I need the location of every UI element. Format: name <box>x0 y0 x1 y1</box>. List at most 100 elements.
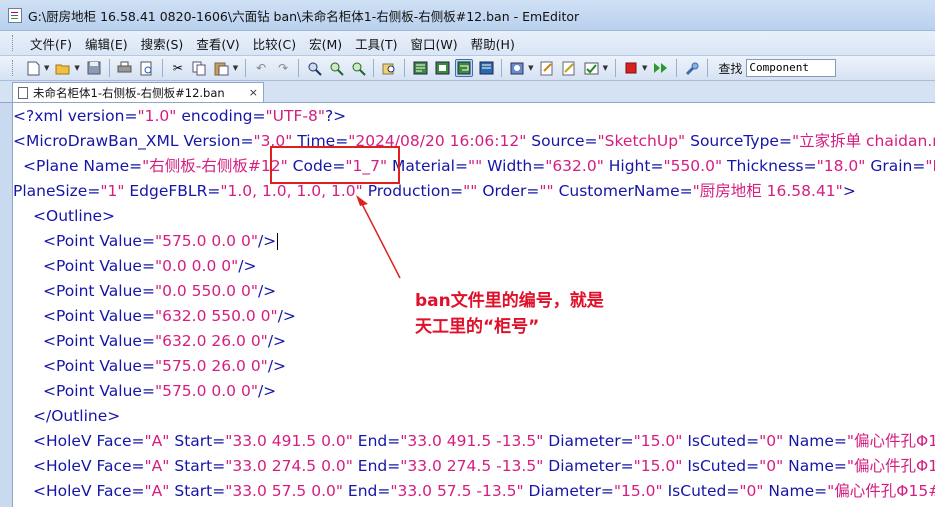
menu-view[interactable]: 查看(V) <box>190 32 246 55</box>
window-title: G:\厨房地柜 16.58.41 0820-1606\六面钻 ban\未命名柜体… <box>28 8 580 24</box>
xml-attribute-value: "33.0 57.5 -13.5" <box>390 482 524 500</box>
open-folder-icon[interactable] <box>54 59 72 77</box>
paste-icon[interactable] <box>213 59 231 77</box>
xml-markup-token: /> <box>267 357 287 375</box>
paste-dropdown-icon[interactable]: ▼ <box>233 64 238 72</box>
code-line[interactable]: <HoleV Face="A" Start="33.0 57.5 0.0" En… <box>33 479 935 504</box>
word-wrap-icon[interactable] <box>411 59 429 77</box>
code-line[interactable]: <Point Value="632.0 26.0 0"/> <box>43 329 286 354</box>
xml-attribute-value: "575.0 26.0 0" <box>154 357 268 375</box>
find-input[interactable]: Component <box>746 59 837 77</box>
xml-markup-token: Start= <box>169 482 226 500</box>
redo-icon[interactable]: ↷ <box>274 59 292 77</box>
xml-attribute-value: "575.0 0.0 0" <box>154 232 258 250</box>
xml-markup-token: PlaneSize= <box>13 182 101 200</box>
code-line[interactable]: <Point Value="575.0 0.0 0"/> <box>43 379 276 404</box>
find-next-icon[interactable] <box>327 59 345 77</box>
xml-attribute-value: "15.0" <box>633 457 683 475</box>
document-tab[interactable]: 未命名柜体1-右侧板-右侧板#12.ban × <box>12 82 264 102</box>
document-tab-label: 未命名柜体1-右侧板-右侧板#12.ban <box>33 85 225 100</box>
xml-markup-token: End= <box>352 432 401 450</box>
xml-attribute-value: "A" <box>144 482 170 500</box>
code-line[interactable]: <Point Value="575.0 26.0 0"/> <box>43 354 286 379</box>
xml-markup-token: Diameter= <box>543 432 634 450</box>
xml-attribute-value: "1_7" <box>345 157 388 175</box>
xml-attribute-value: "A" <box>144 432 170 450</box>
menu-macro[interactable]: 宏(M) <box>303 32 349 55</box>
plugin-tool-icon[interactable] <box>683 59 701 77</box>
undo-icon[interactable]: ↶ <box>252 59 270 77</box>
stop-macro-icon[interactable] <box>622 59 640 77</box>
toolbar-grip[interactable] <box>12 60 16 76</box>
menu-grip[interactable] <box>12 35 16 51</box>
xml-attribute-value: "立家拆单 chaidan.net <box>791 132 935 150</box>
xml-markup-token: End= <box>352 457 401 475</box>
emeditor-app-icon[interactable] <box>8 7 22 23</box>
xml-attribute-value: "18.0" <box>816 157 866 175</box>
xml-attribute-value: "偏心件孔Φ15#2 <box>846 457 935 475</box>
find-icon[interactable] <box>305 59 323 77</box>
toolbar-separator <box>501 59 503 77</box>
xml-attribute-value: "A" <box>144 457 170 475</box>
code-line[interactable]: <Plane Name="右侧板-右侧板#12" Code="1_7" Mate… <box>23 154 935 179</box>
code-line[interactable]: <Point Value="0.0 0.0 0"/> <box>43 254 256 279</box>
code-line[interactable]: <HoleV Face="A" Start="33.0 274.5 0.0" E… <box>33 454 935 479</box>
checklist-dropdown-icon[interactable]: ▼ <box>603 64 608 72</box>
xml-markup-token: <Point Value= <box>43 307 155 325</box>
wrap-page-icon[interactable] <box>477 59 495 77</box>
xml-markup-token: <Point Value= <box>43 232 155 250</box>
xml-markup-token: Material= <box>387 157 468 175</box>
customize-icon[interactable] <box>539 59 557 77</box>
menu-help[interactable]: 帮助(H) <box>465 32 522 55</box>
checklist-icon[interactable] <box>583 59 601 77</box>
code-line[interactable]: <Outline> <box>33 204 115 229</box>
xml-markup-token: Diameter= <box>523 482 614 500</box>
document-icon <box>18 86 28 99</box>
new-file-icon[interactable] <box>24 59 42 77</box>
print-preview-icon[interactable] <box>138 59 156 77</box>
menu-file[interactable]: 文件(F) <box>24 32 79 55</box>
code-line[interactable]: <Point Value="575.0 0.0 0"/> <box>43 229 279 254</box>
configuration-dropdown-icon[interactable]: ▼ <box>528 64 533 72</box>
find-previous-icon[interactable] <box>349 59 367 77</box>
xml-attribute-value: "2024/08/20 16:06:12" <box>348 132 527 150</box>
configuration-icon[interactable] <box>508 59 526 77</box>
menu-search[interactable]: 搜索(S) <box>135 32 191 55</box>
toolbar-separator <box>707 59 709 77</box>
properties-icon[interactable] <box>561 59 579 77</box>
display-mode-icon[interactable] <box>433 59 451 77</box>
new-dropdown-icon[interactable]: ▼ <box>44 64 49 72</box>
xml-markup-token: Name= <box>783 432 847 450</box>
xml-markup-token: <Point Value= <box>43 357 155 375</box>
menu-window[interactable]: 窗口(W) <box>405 32 465 55</box>
xml-markup-token: End= <box>343 482 391 500</box>
menu-compare[interactable]: 比较(C) <box>247 32 303 55</box>
save-icon[interactable] <box>85 59 103 77</box>
code-line[interactable]: PlaneSize="1" EdgeFBLR="1.0, 1.0, 1.0, 1… <box>13 179 856 204</box>
find-in-files-icon[interactable] <box>380 59 398 77</box>
xml-markup-token: Width= <box>482 157 546 175</box>
menu-tools[interactable]: 工具(T) <box>349 32 404 55</box>
menu-edit[interactable]: 编辑(E) <box>79 32 135 55</box>
print-icon[interactable] <box>116 59 134 77</box>
cut-icon[interactable]: ✂ <box>169 59 187 77</box>
xml-markup-token: CustomerName= <box>553 182 693 200</box>
xml-attribute-value: "15.0" <box>633 432 683 450</box>
wrap-window-icon[interactable] <box>455 59 474 77</box>
code-line[interactable]: <?xml version="1.0" encoding="UTF-8"?> <box>13 104 346 129</box>
xml-attribute-value: "632.0" <box>545 157 604 175</box>
xml-markup-token: <MicroDrawBan_XML Version= <box>13 132 254 150</box>
code-line[interactable]: </Outline> <box>33 404 120 429</box>
copy-icon[interactable] <box>191 59 209 77</box>
xml-attribute-value: "33.0 491.5 0.0" <box>225 432 353 450</box>
code-line[interactable]: <Point Value="632.0 550.0 0"/> <box>43 304 296 329</box>
close-tab-icon[interactable]: × <box>249 86 258 99</box>
code-line[interactable]: <MicroDrawBan_XML Version="3.0" Time="20… <box>13 129 935 154</box>
open-dropdown-icon[interactable]: ▼ <box>74 64 79 72</box>
code-line[interactable]: <Point Value="0.0 550.0 0"/> <box>43 279 276 304</box>
code-line[interactable]: <HoleV Face="A" Start="33.0 491.5 0.0" E… <box>33 429 935 454</box>
macro-dropdown-icon[interactable]: ▼ <box>642 64 647 72</box>
run-macro-icon[interactable] <box>652 59 670 77</box>
xml-markup-token: Start= <box>169 457 226 475</box>
xml-attribute-value: "0.0 0.0 0" <box>154 257 239 275</box>
